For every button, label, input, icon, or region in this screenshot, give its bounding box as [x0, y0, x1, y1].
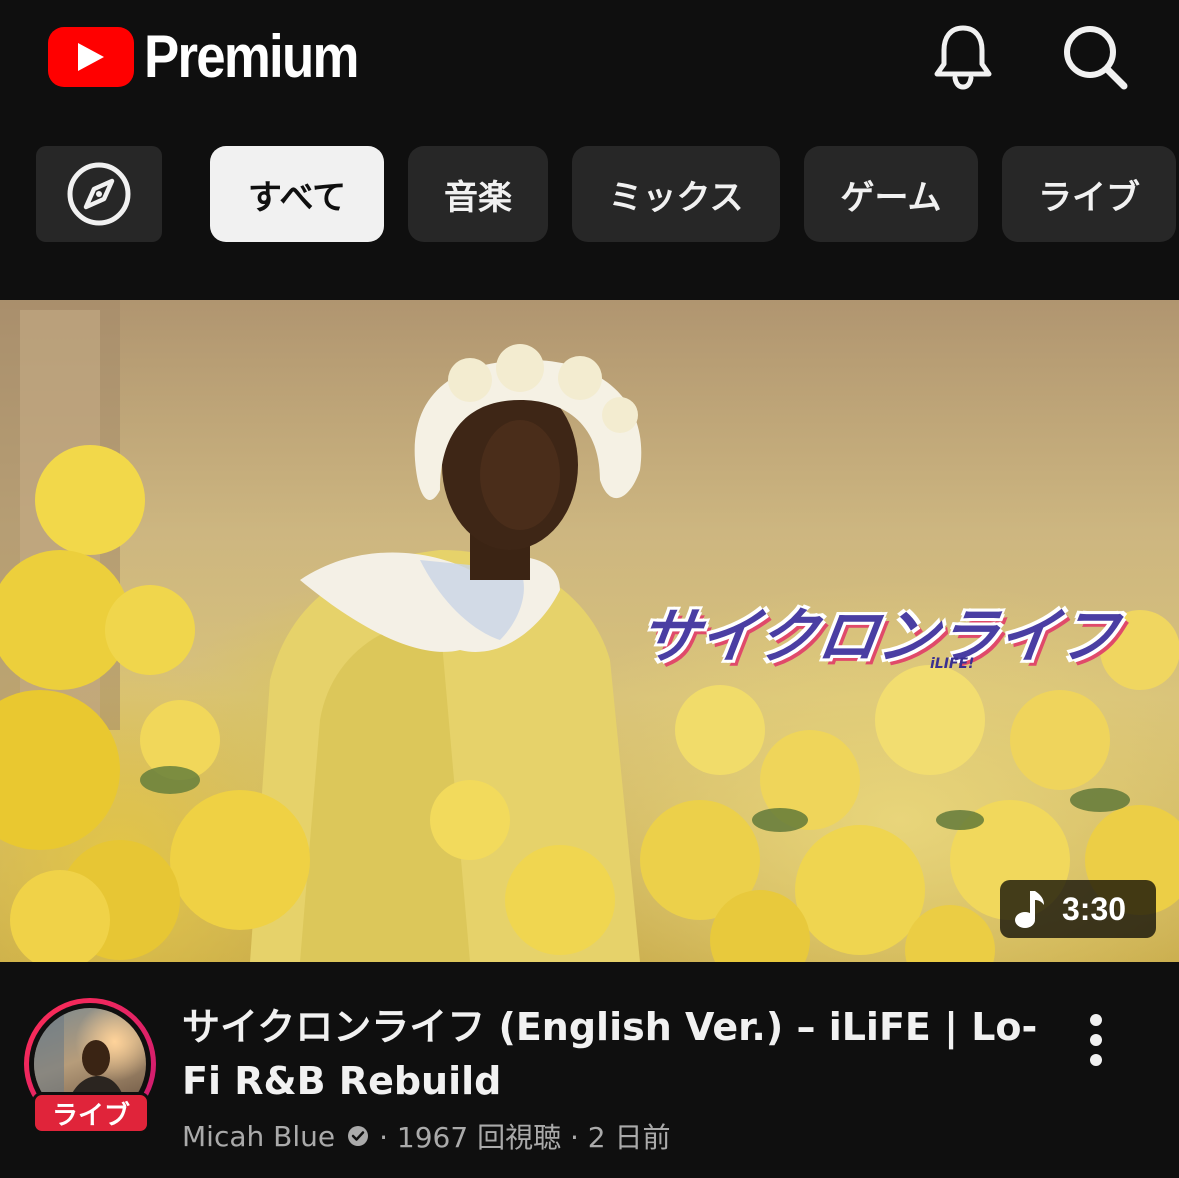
more-vertical-icon[interactable]: [1076, 1012, 1116, 1068]
video-stats: · 1967 回視聴 · 2 日前: [379, 1121, 671, 1154]
chip-mix[interactable]: ミックス: [572, 146, 780, 242]
video-thumbnail[interactable]: サイクロンライフ iLIFE!: [0, 300, 1179, 962]
channel-info: Micah Blue · 1967 回視聴 · 2 日前: [182, 1116, 671, 1156]
duration-badge: 3:30: [1000, 880, 1156, 938]
chip-label: ゲーム: [840, 177, 942, 218]
thumbnail-subtitle-text: iLIFE!: [930, 656, 975, 672]
compass-icon: [67, 162, 131, 226]
youtube-logo-icon: [48, 26, 134, 87]
video-meta: ライブ サイクロンライフ (English Ver.) – iLiFE | Lo…: [0, 962, 1179, 1178]
chip-all[interactable]: すべて: [210, 146, 384, 242]
thumbnail-title-text: サイクロンライフ: [634, 602, 1123, 672]
notifications-bell-icon[interactable]: [930, 22, 996, 90]
logo-text: Premium: [144, 23, 359, 90]
search-icon[interactable]: [1060, 22, 1130, 92]
duration-text: 3:30: [1062, 890, 1127, 927]
channel-name[interactable]: Micah Blue: [182, 1120, 335, 1153]
explore-button[interactable]: [36, 146, 162, 242]
verified-badge-icon: [348, 1126, 369, 1146]
chip-live[interactable]: ライブ: [1002, 146, 1176, 242]
youtube-premium-logo[interactable]: Premium: [48, 22, 387, 91]
live-badge: ライブ: [32, 1092, 150, 1134]
chip-label: ミックス: [608, 177, 744, 218]
video-title[interactable]: サイクロンライフ (English Ver.) – iLiFE | Lo-Fi …: [182, 1000, 1042, 1108]
chip-gaming[interactable]: ゲーム: [804, 146, 978, 242]
chip-label: ライブ: [1038, 177, 1140, 218]
category-chips-bar: すべて 音楽 ミックス ゲーム ライブ: [0, 146, 1179, 242]
chip-music[interactable]: 音楽: [408, 146, 548, 242]
chip-label: すべて: [247, 177, 347, 218]
music-note-icon: [1015, 891, 1044, 928]
chip-label: 音楽: [444, 177, 512, 218]
top-app-bar: Premium: [0, 0, 1179, 120]
